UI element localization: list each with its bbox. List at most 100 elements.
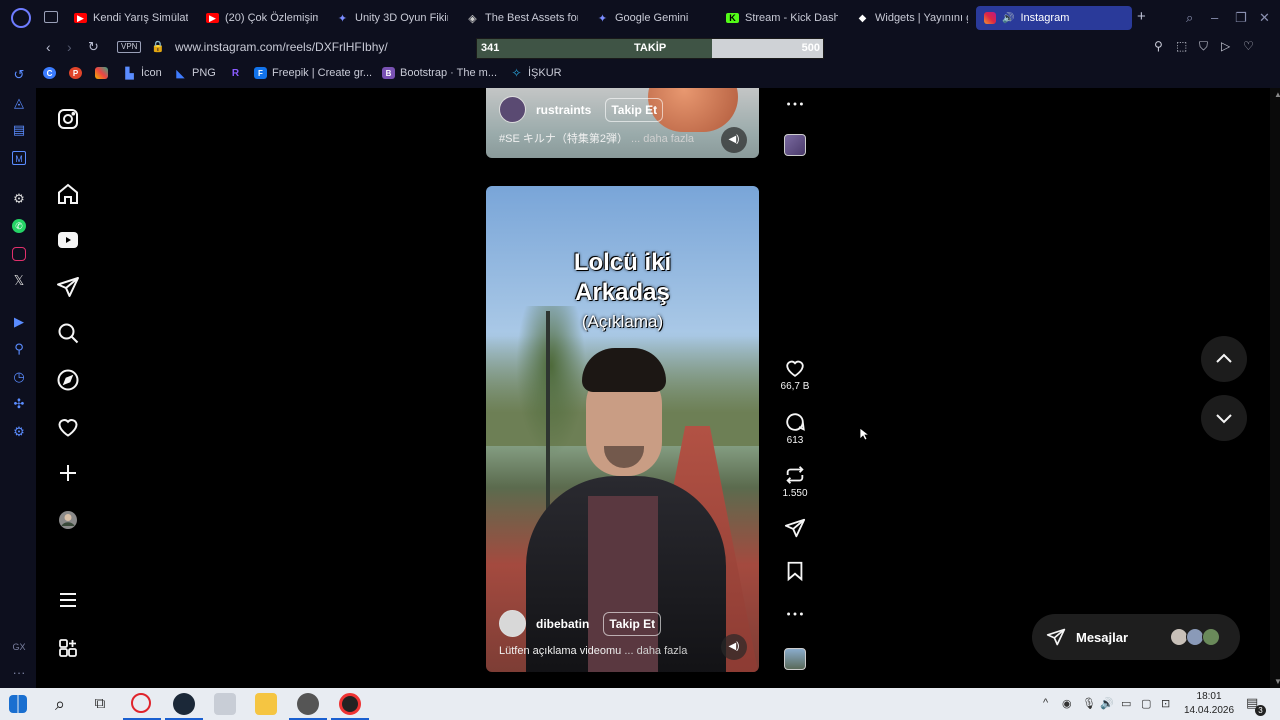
scroll-up-arrow-icon[interactable]: ▲	[1274, 90, 1280, 99]
reels-icon[interactable]	[56, 228, 80, 252]
steam-icon[interactable]	[173, 693, 195, 715]
reel-caption[interactable]: Lütfen açıklama videomu ... daha fazla	[499, 645, 687, 657]
speaker-icon[interactable]: 🔊	[1002, 13, 1014, 24]
settings-icon[interactable]: ⚙	[12, 425, 26, 439]
mute-icon[interactable]: ◀)	[721, 127, 747, 153]
new-tab-icon[interactable]: +	[1137, 9, 1146, 24]
next-reel-button[interactable]	[1201, 395, 1247, 441]
close-icon[interactable]: ✕	[1259, 10, 1270, 26]
task-view-icon[interactable]: ⧉	[89, 693, 111, 715]
send-icon[interactable]: ▷	[1221, 39, 1230, 53]
bookmark-4[interactable]: ◣ PNG	[174, 67, 216, 80]
windows-start-icon[interactable]	[9, 695, 27, 713]
heart-icon[interactable]: ♡	[1243, 39, 1254, 53]
x-twitter-icon[interactable]: 𝕏	[12, 274, 26, 288]
opera-gx-taskbar-icon[interactable]	[131, 693, 151, 713]
record-icon[interactable]: ◉	[1062, 697, 1072, 710]
page-scrollbar[interactable]: ▲ ▼	[1270, 88, 1280, 688]
back-icon[interactable]: ‹	[46, 39, 51, 55]
reel-caption[interactable]: #SE キルナ（特集第2弾） ... daha fazla	[499, 130, 694, 146]
pin-sidebar-icon[interactable]: ⚲	[12, 342, 26, 356]
follow-button[interactable]: Takip Et	[605, 97, 664, 122]
reload-icon[interactable]: ↻	[88, 39, 99, 55]
share-button[interactable]	[778, 517, 812, 539]
maximize-icon[interactable]: ❐	[1235, 10, 1247, 26]
tab-4[interactable]: ✦ Google Gemini	[596, 6, 708, 30]
tab-2[interactable]: ✦ Unity 3D Oyun Fikir	[336, 6, 448, 30]
repost-button[interactable]: 1.550	[778, 464, 812, 499]
reel-username[interactable]: rustraints	[536, 103, 591, 117]
extensions-icon[interactable]: ✣	[12, 397, 26, 411]
scroll-down-arrow-icon[interactable]: ▼	[1274, 677, 1280, 686]
profile-avatar[interactable]	[56, 508, 80, 532]
search-tabs-icon[interactable]: ⌕	[1186, 10, 1193, 26]
gx-icon[interactable]: GX	[12, 640, 26, 654]
whatsapp-icon[interactable]: ✆	[12, 219, 26, 233]
search-icon[interactable]	[56, 321, 80, 345]
previous-reel-button[interactable]	[1201, 336, 1247, 382]
comment-button[interactable]: 613	[778, 411, 812, 446]
tab-5[interactable]: K Stream - Kick Dash	[726, 6, 838, 30]
lock-icon[interactable]: 🔒	[151, 40, 165, 53]
direct-icon[interactable]	[56, 275, 80, 299]
tab-3[interactable]: ◈ The Best Assets for	[466, 6, 578, 30]
more-options-icon[interactable]	[778, 93, 812, 115]
bookmark-1[interactable]: P	[69, 67, 82, 79]
snapshot-icon[interactable]: ⬚	[1176, 39, 1187, 53]
apps-grid-icon[interactable]	[56, 636, 80, 660]
forward-icon[interactable]: ›	[67, 39, 72, 55]
file-explorer-icon[interactable]	[255, 693, 277, 715]
mute-icon[interactable]: ◀)	[721, 634, 747, 660]
bookmark-6[interactable]: F Freepik | Create gr...	[254, 67, 372, 79]
tab-overview-icon[interactable]	[44, 11, 58, 23]
reel-previous[interactable]: rustraints Takip Et #SE キルナ（特集第2弾） ... d…	[486, 88, 759, 158]
tab-instagram[interactable]: 🔊 Instagram	[976, 6, 1132, 30]
tab-islands-icon[interactable]: ▤	[12, 123, 26, 137]
follow-button[interactable]: Takip Et	[603, 611, 662, 636]
messages-button[interactable]: Mesajlar	[1032, 614, 1240, 660]
bookmark-7[interactable]: B Bootstrap · The m...	[382, 67, 497, 79]
battery-icon[interactable]: ▭	[1121, 697, 1131, 710]
bookmark-5[interactable]: R	[229, 67, 242, 79]
volume-icon[interactable]: 🔊	[1100, 697, 1114, 710]
device-icon[interactable]: ⊡	[1161, 697, 1170, 710]
avatar[interactable]	[499, 96, 526, 123]
more-icon[interactable]: ···	[12, 666, 26, 680]
chatgpt-icon[interactable]: ⚙	[12, 192, 26, 206]
avatar[interactable]	[499, 610, 526, 637]
more-link[interactable]: ... daha fazla	[624, 645, 687, 657]
explore-icon[interactable]	[56, 368, 80, 392]
home-icon[interactable]	[56, 182, 80, 206]
more-options-icon[interactable]	[778, 603, 812, 625]
notifications-heart-icon[interactable]	[56, 415, 80, 439]
instagram-logo-icon[interactable]	[56, 107, 80, 131]
minimize-icon[interactable]: –	[1211, 10, 1218, 25]
game-icon[interactable]	[297, 693, 319, 715]
bookmark-8[interactable]: ✧ İŞKUR	[510, 66, 561, 80]
app-icon[interactable]	[339, 693, 361, 715]
opera-logo-icon[interactable]	[11, 8, 31, 28]
instagram-sidebar-icon[interactable]	[12, 247, 26, 261]
microphone-icon[interactable]: 🎙	[1082, 697, 1096, 710]
player-icon[interactable]: ▶	[12, 315, 26, 329]
history-icon[interactable]: ◷	[12, 370, 26, 384]
network-icon[interactable]: ▢	[1141, 697, 1151, 710]
messenger-icon[interactable]: M	[12, 151, 26, 165]
search-icon[interactable]: ⌕	[49, 693, 71, 715]
aria-icon[interactable]: ↺	[12, 68, 26, 82]
vpn-badge[interactable]: VPN	[117, 41, 142, 53]
clock[interactable]: 18:01 14.04.2026	[1184, 690, 1234, 718]
like-button[interactable]: 66,7 B	[778, 357, 812, 392]
audio-thumbnail[interactable]	[784, 134, 806, 156]
bookmark-0[interactable]: C	[43, 67, 56, 79]
pin-icon[interactable]: ⚲	[1154, 39, 1163, 53]
more-link[interactable]: ... daha fazla	[631, 133, 694, 145]
tab-6[interactable]: ◆ Widgets | Yayınını g	[856, 6, 968, 30]
audio-thumbnail[interactable]	[784, 648, 806, 670]
save-button[interactable]	[778, 560, 812, 582]
tab-0[interactable]: ▶ Kendi Yarış Simülato	[74, 6, 188, 30]
app-icon[interactable]	[214, 693, 236, 715]
reel-current[interactable]: Lolcü iki Arkadaş (Açıklama) dibebatin T…	[486, 186, 759, 672]
create-plus-icon[interactable]	[56, 461, 80, 485]
tray-overflow-icon[interactable]: ^	[1043, 697, 1048, 709]
